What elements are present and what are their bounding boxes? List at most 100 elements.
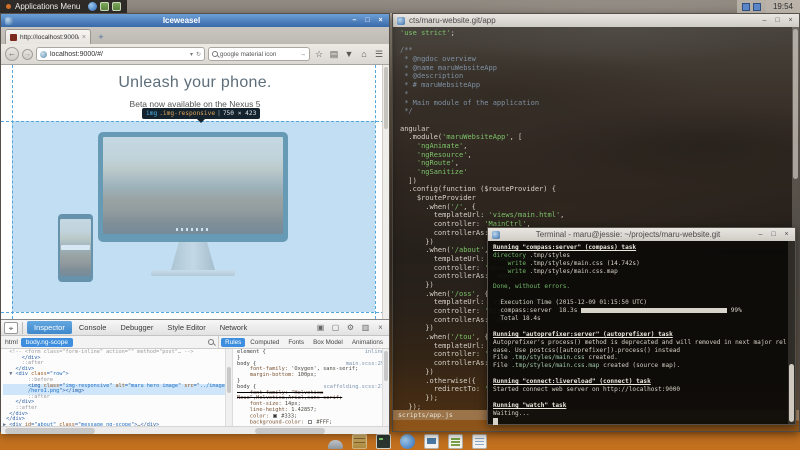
line: Total 18.4s bbox=[493, 315, 785, 323]
frame-select-icon[interactable]: ▣ bbox=[315, 323, 326, 332]
breadcrumb-html[interactable]: html bbox=[5, 339, 18, 346]
top-panel: Applications Menu 19:54 bbox=[0, 0, 800, 13]
browser-window[interactable]: Iceweasel – □ × http://localhost:9000/ ×… bbox=[0, 13, 390, 432]
split-console-icon[interactable]: ▢ bbox=[330, 323, 341, 332]
line: compass:server 18.3s 99% bbox=[493, 307, 785, 315]
back-button[interactable]: ← bbox=[5, 47, 19, 61]
browser-tab[interactable]: http://localhost:9000/ × bbox=[5, 29, 91, 44]
maximize-icon[interactable]: □ bbox=[773, 16, 782, 25]
tab-debugger[interactable]: Debugger bbox=[113, 321, 160, 334]
line: 'use strict'; bbox=[400, 29, 799, 38]
terminal-icon[interactable] bbox=[376, 434, 391, 449]
tray-icon-1[interactable] bbox=[742, 3, 750, 11]
line: write .tmp/styles/main.css.map bbox=[493, 268, 785, 276]
close-devtools-icon[interactable]: × bbox=[375, 323, 386, 332]
inspector-tooltip: img.img-responsive | 750 × 423 bbox=[142, 108, 260, 119]
terminal-window[interactable]: Terminal - maru@jessie: ~/projects/maru-… bbox=[487, 227, 796, 425]
search-go-icon[interactable]: → bbox=[300, 51, 306, 58]
document-icon[interactable] bbox=[472, 434, 487, 449]
bookmark-star-icon[interactable]: ☆ bbox=[313, 47, 325, 61]
spreadsheet-icon[interactable] bbox=[448, 434, 463, 449]
editor-title: cts/maru-website.git/app bbox=[409, 16, 756, 25]
close-icon[interactable]: × bbox=[376, 16, 385, 25]
terminal-app-icon bbox=[397, 17, 405, 25]
line: ]) bbox=[400, 177, 799, 186]
tab-bar: http://localhost:9000/ × + bbox=[1, 27, 389, 44]
tab-animations[interactable]: Animations bbox=[348, 338, 387, 347]
dock-side-icon[interactable]: ▥ bbox=[360, 323, 371, 332]
line: * bbox=[400, 90, 799, 99]
home-icon[interactable]: ⌂ bbox=[358, 47, 370, 61]
new-tab-button[interactable]: + bbox=[94, 31, 108, 44]
url-dropdown-icon[interactable]: ▾ bbox=[190, 51, 193, 58]
rules-scrollbar[interactable] bbox=[382, 349, 389, 426]
browser-titlebar[interactable]: Iceweasel – □ × bbox=[1, 14, 389, 27]
inspector-guide bbox=[1, 312, 389, 313]
minimize-icon[interactable]: – bbox=[350, 16, 359, 25]
inspector-guide bbox=[375, 65, 376, 319]
close-icon[interactable]: × bbox=[782, 230, 791, 239]
browser-app-icon bbox=[5, 17, 13, 25]
forward-button[interactable]: → bbox=[22, 49, 33, 60]
web-browser-icon[interactable] bbox=[400, 434, 415, 449]
line: File .tmp/styles/main.css.map created (s… bbox=[493, 362, 785, 370]
line: File .tmp/styles/main.css created. bbox=[493, 354, 785, 362]
search-text[interactable]: google material icon bbox=[220, 51, 298, 58]
devtools-hscrollbars[interactable] bbox=[1, 426, 389, 434]
maximize-icon[interactable]: □ bbox=[769, 230, 778, 239]
line bbox=[400, 38, 799, 47]
image-icon[interactable] bbox=[112, 2, 121, 11]
breadcrumb-selected[interactable]: body.ng-scope bbox=[21, 338, 73, 347]
line: angular bbox=[400, 125, 799, 134]
close-icon[interactable]: × bbox=[786, 16, 795, 25]
tab-console[interactable]: Console bbox=[72, 321, 114, 334]
markup-search-icon[interactable] bbox=[208, 339, 214, 345]
html-tree[interactable]: <!-- <form class="form-inline" action=""… bbox=[1, 349, 226, 426]
menu-icon[interactable]: ☰ bbox=[373, 47, 385, 61]
url-bar[interactable]: localhost:9000/#/ ▾ ↻ bbox=[36, 47, 205, 61]
tab-network[interactable]: Network bbox=[213, 321, 255, 334]
inspector-guide bbox=[1, 121, 389, 122]
settings-icon[interactable]: ⚙ bbox=[345, 323, 356, 332]
image-icon[interactable] bbox=[100, 2, 109, 11]
bookmarks-menu-icon[interactable]: ▤ bbox=[328, 47, 340, 61]
line: $routeProvider bbox=[400, 194, 799, 203]
highlight-overlay bbox=[12, 121, 375, 312]
terminal-titlebar[interactable]: Terminal - maru@jessie: ~/projects/maru-… bbox=[488, 228, 795, 241]
page-scrollbar[interactable] bbox=[382, 65, 389, 319]
tab-close-icon[interactable]: × bbox=[82, 34, 86, 41]
downloads-icon[interactable]: ▼ bbox=[343, 47, 355, 61]
terminal-scrollbar[interactable] bbox=[788, 241, 795, 424]
search-bar[interactable]: google material icon → bbox=[208, 47, 310, 61]
show-desktop-icon[interactable] bbox=[328, 440, 343, 449]
line: .config(function ($routeProvider) { bbox=[400, 185, 799, 194]
pick-element-icon[interactable]: ⌖ bbox=[4, 322, 18, 334]
browser-icon[interactable] bbox=[88, 2, 97, 11]
editor-titlebar[interactable]: cts/maru-website.git/app – □ × bbox=[393, 14, 799, 27]
tab-style-editor[interactable]: Style Editor bbox=[160, 321, 212, 334]
maximize-icon[interactable]: □ bbox=[363, 16, 372, 25]
hero-image[interactable] bbox=[12, 121, 375, 312]
rules-body[interactable]: element {inline}body {main.scss:29 font-… bbox=[233, 349, 389, 426]
distributor-logo-icon bbox=[6, 4, 11, 9]
terminal-title: Terminal - maru@jessie: ~/projects/maru-… bbox=[504, 230, 752, 239]
site-identity-icon[interactable] bbox=[40, 51, 47, 58]
presentation-icon[interactable] bbox=[424, 434, 439, 449]
line: * @description bbox=[400, 72, 799, 81]
tab-computed[interactable]: Computed bbox=[246, 338, 283, 347]
minimize-icon[interactable]: – bbox=[756, 230, 765, 239]
reload-icon[interactable]: ↻ bbox=[196, 51, 201, 58]
html-pane-scrollbar[interactable] bbox=[226, 349, 233, 426]
tray-icon-2[interactable] bbox=[753, 3, 761, 11]
url-text[interactable]: localhost:9000/#/ bbox=[50, 51, 187, 58]
line: 'ngSanitize' bbox=[400, 168, 799, 177]
tab-fonts[interactable]: Fonts bbox=[284, 338, 308, 347]
minimize-icon[interactable]: – bbox=[760, 16, 769, 25]
page-content: Unleash your phone. Beta now available o… bbox=[1, 65, 389, 319]
applications-menu[interactable]: Applications Menu bbox=[0, 0, 86, 13]
tab-inspector[interactable]: Inspector bbox=[27, 321, 72, 334]
terminal-output[interactable]: Running "compass:server" (compass) taskd… bbox=[488, 241, 795, 426]
file-cabinet-icon[interactable] bbox=[352, 434, 367, 449]
tab-rules[interactable]: Rules bbox=[221, 338, 245, 347]
tab-box-model[interactable]: Box Model bbox=[309, 338, 347, 347]
